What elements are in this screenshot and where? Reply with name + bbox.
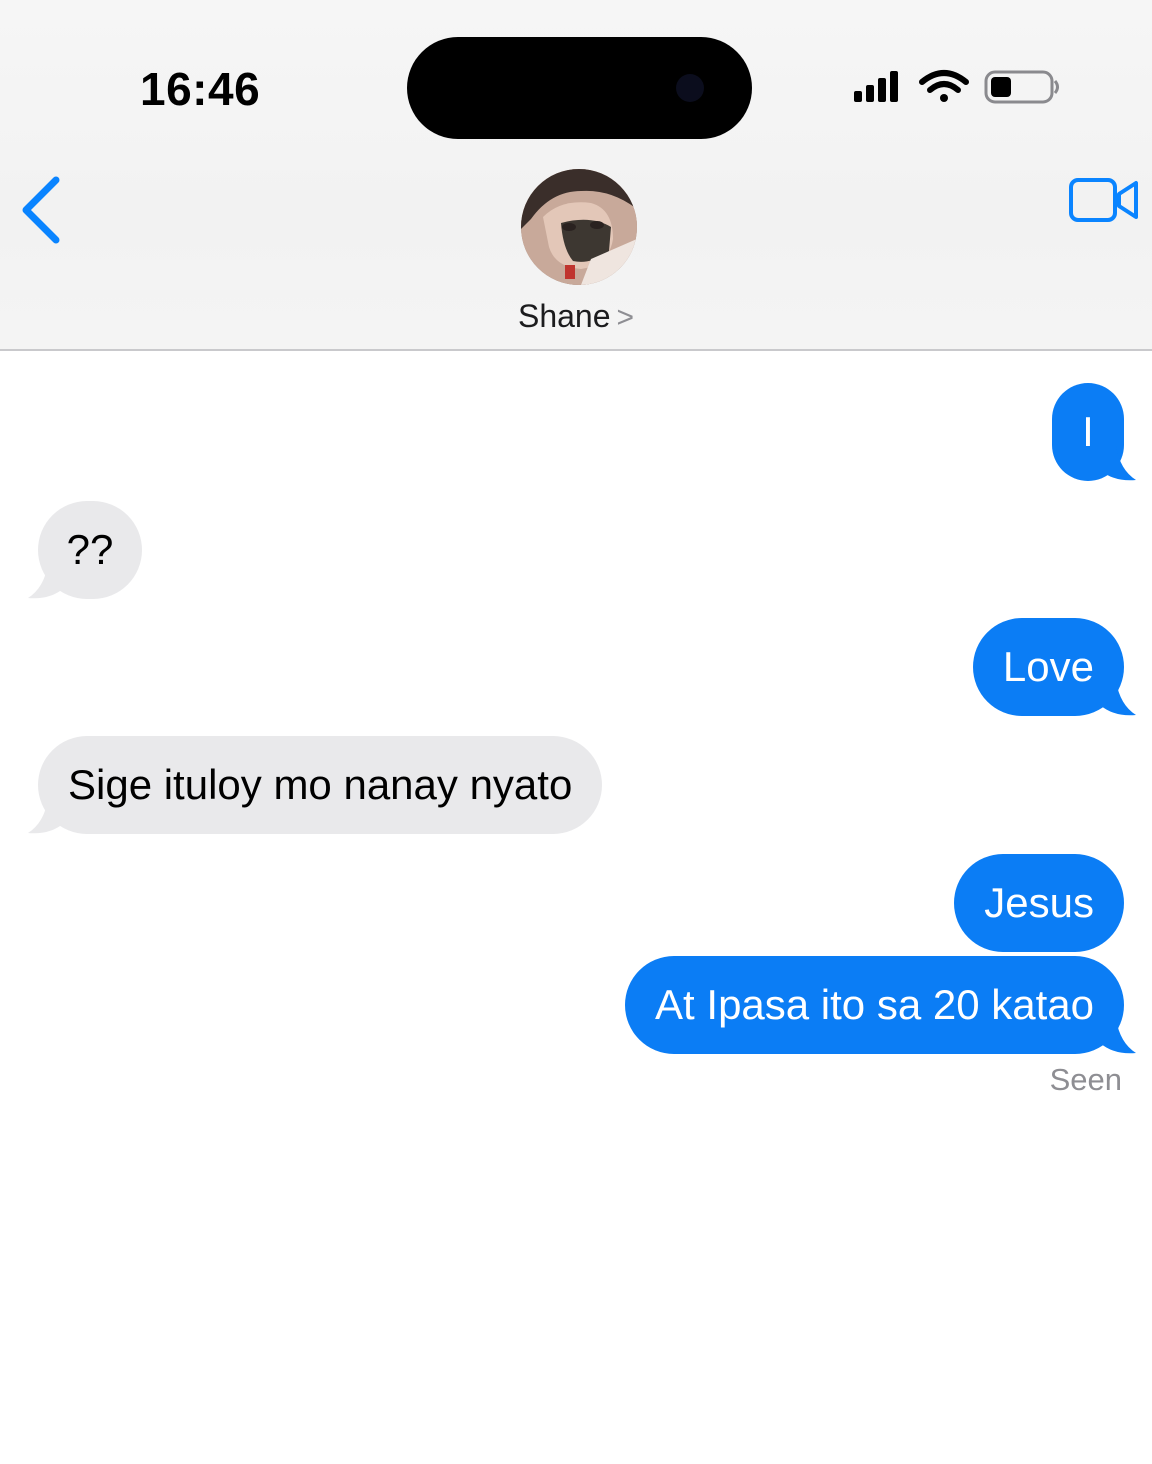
- chevron-right-icon: >: [616, 301, 635, 334]
- status-icons: [850, 66, 1062, 115]
- message-text: Jesus: [984, 879, 1094, 926]
- back-button[interactable]: [14, 170, 74, 250]
- read-receipt: Seen: [1049, 1062, 1122, 1097]
- message-text: ??: [66, 526, 114, 573]
- video-camera-icon: [1069, 178, 1138, 222]
- bubble-tail: [1100, 1019, 1136, 1054]
- message-bubble-sent[interactable]: At Ipasa ito sa 20 katao: [625, 956, 1124, 1054]
- bubble-tail: [1100, 446, 1136, 481]
- status-time: 16:46: [140, 63, 261, 115]
- conversation-header: 16:46 Shane >: [0, 0, 1152, 351]
- message-text: At Ipasa ito sa 20 katao: [655, 981, 1094, 1028]
- dynamic-island: [407, 37, 752, 139]
- bubble-tail: [28, 799, 64, 834]
- message-text: Love: [1002, 643, 1094, 690]
- battery-low-icon: [984, 70, 1059, 104]
- chevron-left-icon: [22, 176, 60, 244]
- contact-photo: [521, 169, 637, 285]
- message-text: Sige ituloy mo nanay nyato: [68, 761, 573, 808]
- bubble-tail: [28, 564, 64, 599]
- bubble-tail: [1100, 681, 1136, 716]
- front-camera: [676, 74, 704, 102]
- message-bubble-sent[interactable]: Jesus: [954, 854, 1124, 952]
- contact-name: Shane: [517, 298, 611, 334]
- message-bubble-received[interactable]: Sige ituloy mo nanay nyato: [38, 736, 603, 834]
- video-call-button[interactable]: [1066, 172, 1142, 228]
- cellular-signal-icon: [854, 71, 898, 102]
- message-text: I: [1082, 408, 1094, 455]
- wifi-icon: [919, 70, 969, 102]
- contact-avatar[interactable]: [521, 169, 637, 285]
- contact-name-button[interactable]: Shane >: [0, 298, 1152, 335]
